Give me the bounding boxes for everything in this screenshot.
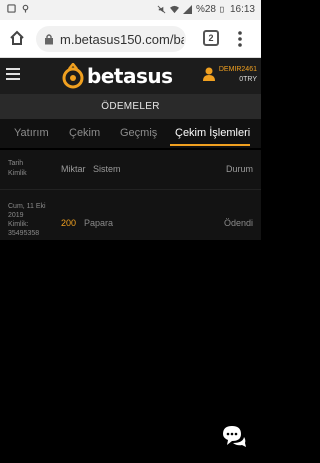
- row-id-label: Kimlik:: [8, 221, 29, 228]
- tab-deposit[interactable]: Yatırım: [14, 127, 49, 139]
- tab-withdrawal-transactions[interactable]: Çekim İşlemleri: [175, 127, 250, 139]
- header-amount: Miktar: [61, 164, 86, 174]
- row-amount: 200: [61, 218, 77, 228]
- mute-icon: [157, 5, 166, 14]
- row-status: Ödendi: [223, 218, 253, 228]
- battery-icon: [219, 6, 224, 13]
- notification-icon: [7, 4, 16, 13]
- live-chat-icon[interactable]: [221, 424, 247, 448]
- more-menu-icon[interactable]: [236, 30, 244, 48]
- site-logo[interactable]: betasus: [60, 63, 173, 89]
- logo-mark-icon: [62, 63, 84, 89]
- signal-icon: [182, 5, 192, 14]
- page-title: ÖDEMELER: [0, 94, 261, 119]
- home-icon[interactable]: [8, 29, 26, 47]
- row-system: Papara: [84, 218, 114, 228]
- row-id: 35495358: [8, 230, 40, 237]
- username[interactable]: DEMIR2461: [219, 66, 257, 73]
- android-status-bar: %28 16:13: [0, 0, 261, 20]
- clock: 16:13: [229, 4, 255, 15]
- row-date: Cum, 11 Eki: [8, 203, 46, 210]
- address-bar[interactable]: m.betasus150.com/bal: [36, 26, 186, 52]
- header-id: Kimlik: [8, 170, 27, 177]
- tab-history[interactable]: Geçmiş: [120, 127, 157, 139]
- lock-icon: [45, 34, 53, 45]
- battery-level: %28: [195, 4, 216, 15]
- hamburger-menu-icon[interactable]: [6, 68, 20, 80]
- tab-withdraw[interactable]: Çekim: [69, 127, 100, 139]
- header-date: Tarih: [8, 160, 24, 167]
- wifi-icon: [169, 5, 179, 14]
- browser-toolbar: m.betasus150.com/bal 2: [0, 20, 261, 58]
- payment-tabs: Yatırım Çekim Geçmiş Çekim İşlemleri: [0, 119, 261, 148]
- location-icon: [22, 4, 29, 13]
- account-balance: 0TRY: [239, 76, 257, 83]
- withdrawals-table: Tarih Kimlik Miktar Sistem Durum Cum, 11…: [0, 150, 261, 240]
- user-icon[interactable]: [203, 67, 215, 81]
- site-header: betasus DEMIR2461 0TRY: [0, 58, 261, 94]
- logo-text: betasus: [87, 64, 173, 88]
- header-status: Durum: [225, 164, 253, 174]
- row-divider: [0, 189, 261, 190]
- active-tab-indicator: [170, 144, 250, 146]
- url-text: m.betasus150.com/bal: [60, 32, 184, 47]
- tab-switcher-button[interactable]: 2: [203, 30, 219, 46]
- header-system: Sistem: [93, 164, 121, 174]
- row-date-year: 2019: [8, 212, 24, 219]
